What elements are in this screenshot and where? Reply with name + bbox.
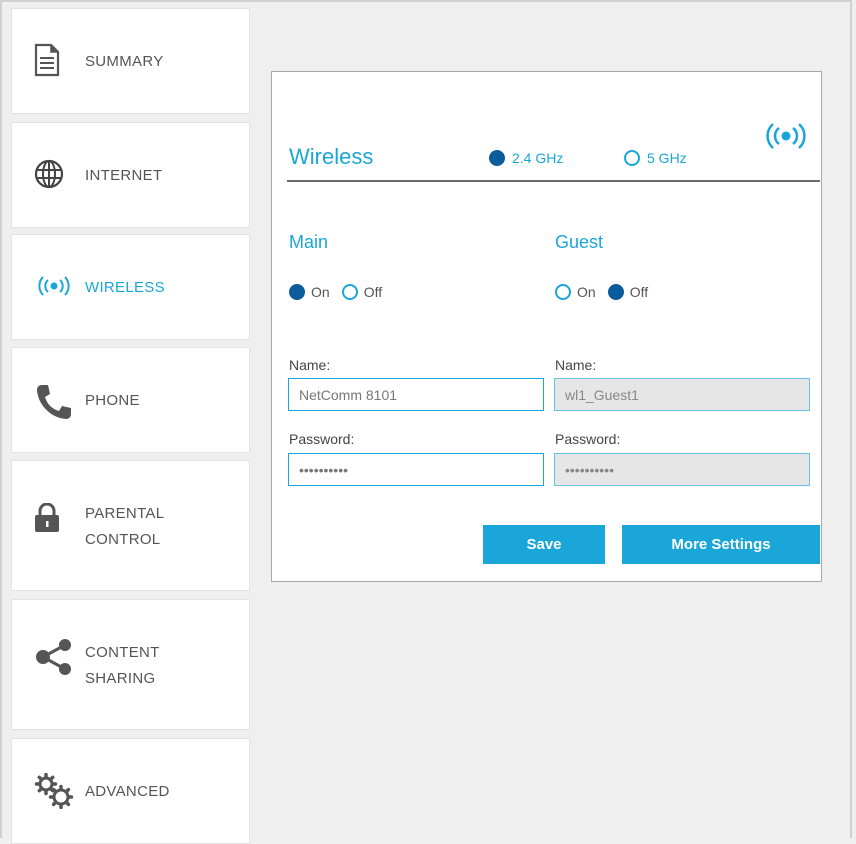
sidebar-item-label-line2: SHARING [85,670,156,687]
main-off-radio[interactable]: Off [341,284,383,300]
main-name-input[interactable] [288,378,544,411]
guest-password-input[interactable] [554,453,810,486]
main-password-input[interactable] [288,453,544,486]
radio-unselected-icon [341,284,358,300]
wireless-icon [766,122,806,155]
radio-unselected-icon [555,284,571,300]
document-icon [34,43,60,77]
guest-on-radio[interactable]: On [555,284,596,300]
main-name-label: Name: [289,357,331,373]
sidebar: SUMMARY INTERNET WIRELESS PHONE PARENTAL… [11,8,250,844]
save-button[interactable]: Save [483,525,605,564]
app-frame: SUMMARY INTERNET WIRELESS PHONE PARENTAL… [0,0,852,844]
guest-onoff-group: On Off [555,284,660,300]
sidebar-item-content-sharing[interactable]: CONTENT SHARING [11,599,250,730]
phone-icon [34,382,74,422]
radio-selected-icon [489,150,505,166]
on-label: On [577,284,596,300]
lock-icon [34,503,60,533]
band-5ghz-radio[interactable]: 5 GHz [624,150,687,166]
main-password-label: Password: [289,431,355,447]
sidebar-item-label: PARENTAL [85,505,165,522]
main-onoff-group: On Off [289,284,394,300]
main-section-title: Main [289,232,329,252]
guest-name-input[interactable] [554,378,810,411]
guest-password-label: Password: [555,431,621,447]
band-2-4ghz-radio[interactable]: 2.4 GHz [489,150,563,166]
globe-icon [34,159,64,189]
sidebar-item-label: INTERNET [85,167,163,184]
off-label: Off [363,284,383,300]
radio-selected-icon [607,284,624,300]
guest-name-label: Name: [555,357,597,373]
sidebar-item-parental-control[interactable]: PARENTAL CONTROL [11,460,250,591]
wireless-icon [34,275,74,297]
sidebar-item-wireless[interactable]: WIRELESS [11,234,250,340]
sidebar-item-label: PHONE [85,392,140,409]
band-label: 5 GHz [647,150,687,166]
sidebar-item-label: CONTENT [85,644,160,661]
sidebar-item-advanced[interactable]: ADVANCED [11,738,250,844]
sidebar-item-label: SUMMARY [85,53,164,70]
sidebar-item-label: WIRELESS [85,279,165,296]
sidebar-item-internet[interactable]: INTERNET [11,122,250,228]
guest-off-radio[interactable]: Off [607,284,649,300]
wireless-panel: Wireless 2.4 GHz 5 GHz Main On Off Guest… [271,71,822,582]
sidebar-item-label: ADVANCED [85,783,170,800]
radio-unselected-icon [624,150,640,166]
off-label: Off [629,284,649,300]
title-divider [287,180,820,182]
sidebar-item-label-line2: CONTROL [85,531,161,548]
panel-title: Wireless [289,144,374,169]
gears-icon [34,773,74,809]
sidebar-item-summary[interactable]: SUMMARY [11,8,250,114]
on-label: On [311,284,330,300]
share-icon [34,638,74,676]
guest-section-title: Guest [555,232,604,252]
main-on-radio[interactable]: On [289,284,330,300]
more-settings-button[interactable]: More Settings [622,525,820,564]
band-label: 2.4 GHz [512,150,564,166]
radio-selected-icon [289,284,305,300]
sidebar-item-phone[interactable]: PHONE [11,347,250,453]
